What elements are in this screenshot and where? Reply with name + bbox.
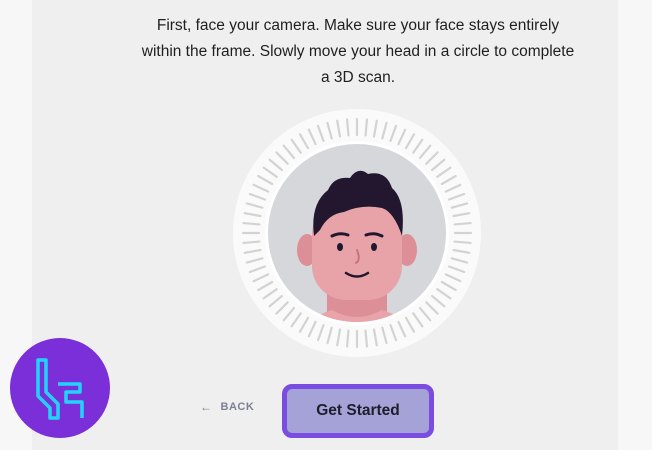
scan-tick: [453, 221, 472, 226]
instructions-line-3: a 3D scan.: [320, 69, 396, 86]
face-scan-frame: [232, 108, 482, 358]
get-started-button[interactable]: Get Started: [282, 384, 434, 438]
scan-tick: [345, 118, 350, 137]
back-button-label: BACK: [220, 401, 255, 413]
back-button[interactable]: ← BACK: [200, 401, 254, 413]
scan-tick: [453, 240, 472, 245]
scan-tick: [345, 329, 350, 348]
logo-badge-icon: [10, 338, 110, 438]
scan-tick: [364, 329, 369, 348]
instructions-line-2: within the frame. Slowly move your head …: [141, 43, 575, 60]
scan-instructions: First, face your camera. Make sure your …: [92, 13, 624, 91]
scan-tick: [242, 221, 261, 226]
verification-panel: First, face your camera. Make sure your …: [32, 0, 618, 450]
scan-tick: [364, 118, 369, 137]
scan-tick: [242, 240, 261, 245]
arrow-left-icon: ←: [200, 400, 213, 414]
face-scan-graphic: [233, 109, 481, 357]
instructions-line-1: First, face your camera. Make sure your …: [156, 17, 560, 34]
